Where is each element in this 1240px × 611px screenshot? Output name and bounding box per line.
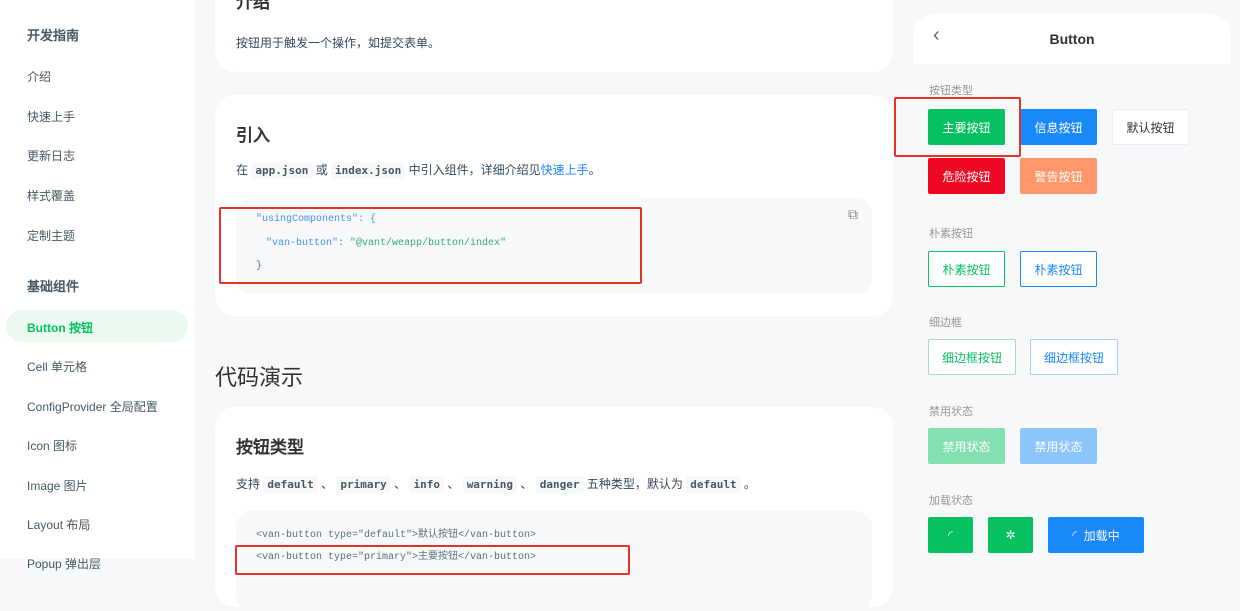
section-label: 禁用状态 bbox=[929, 406, 973, 418]
text: 、 bbox=[321, 477, 334, 491]
intro-text: 按钮用于触发一个操作，如提交表单。 bbox=[236, 36, 441, 50]
text: 。 bbox=[588, 163, 601, 177]
types-card: 按钮类型 支持 default 、 primary 、 info 、 warni… bbox=[215, 407, 893, 611]
types-title: 按钮类型 bbox=[236, 438, 304, 457]
spinner-icon: ◜ bbox=[948, 528, 953, 542]
inline-code: default bbox=[263, 476, 318, 493]
info-button[interactable]: 信息按钮 bbox=[1020, 109, 1097, 145]
section-label: 细边框 bbox=[929, 317, 962, 329]
inline-code: danger bbox=[535, 476, 584, 493]
types-text: 支持 default 、 primary 、 info 、 warning 、 … bbox=[236, 475, 756, 493]
annotation-box bbox=[894, 97, 1021, 157]
hairline-info-button[interactable]: 细边框按钮 bbox=[1030, 339, 1118, 375]
section-label: 加载状态 bbox=[929, 495, 973, 507]
nav-item-image[interactable]: Image 图片 bbox=[27, 477, 88, 494]
disabled-primary-button: 禁用状态 bbox=[928, 428, 1005, 464]
inline-code: primary bbox=[336, 476, 391, 493]
default-button[interactable]: 默认按钮 bbox=[1112, 109, 1189, 145]
nav-item-label: Button 按钮 bbox=[27, 321, 93, 335]
phone-title: Button bbox=[1049, 31, 1095, 47]
intro-title: 介绍 bbox=[236, 0, 270, 12]
phone-nav-bar: ‹ Button bbox=[913, 14, 1231, 64]
plain-primary-button[interactable]: 朴素按钮 bbox=[928, 251, 1005, 287]
nav-item-quickstart[interactable]: 快速上手 bbox=[27, 108, 75, 125]
nav-item-button[interactable]: Button 按钮 bbox=[6, 310, 188, 342]
inline-code: app.json bbox=[251, 162, 313, 179]
warning-button[interactable]: 警告按钮 bbox=[1020, 158, 1097, 194]
nav-item-theme[interactable]: 定制主题 bbox=[27, 227, 75, 244]
intro-card: 介绍 按钮用于触发一个操作，如提交表单。 bbox=[215, 0, 893, 72]
text: 支持 bbox=[236, 477, 261, 491]
annotation-box bbox=[219, 207, 642, 284]
text: 、 bbox=[447, 477, 460, 491]
spinner-icon: ◜ bbox=[1072, 528, 1084, 542]
nav-item-style-override[interactable]: 样式覆盖 bbox=[27, 187, 75, 204]
spinner-icon: ✲ bbox=[1005, 528, 1016, 542]
nav-item-popup[interactable]: Popup 弹出层 bbox=[27, 555, 101, 572]
text: 或 bbox=[315, 163, 328, 177]
inline-code: info bbox=[409, 476, 444, 493]
nav-item-icon[interactable]: Icon 图标 bbox=[27, 437, 77, 454]
code-line: <van-button type="default">默认按钮</van-but… bbox=[256, 530, 537, 541]
copy-icon[interactable]: ⧉ bbox=[848, 208, 858, 224]
section-label: 按钮类型 bbox=[929, 85, 973, 97]
loading-text-button[interactable]: ◜ 加载中 bbox=[1048, 517, 1144, 553]
inline-code: default bbox=[686, 476, 741, 493]
nav-item-layout[interactable]: Layout 布局 bbox=[27, 516, 90, 533]
text: 、 bbox=[520, 477, 533, 491]
nav-item-cell[interactable]: Cell 单元格 bbox=[27, 358, 87, 375]
text: 中引入组件，详细介绍见 bbox=[408, 163, 541, 177]
quickstart-link[interactable]: 快速上手 bbox=[541, 163, 589, 177]
annotation-box bbox=[235, 545, 630, 575]
nav-item-intro[interactable]: 介绍 bbox=[27, 68, 51, 85]
danger-button[interactable]: 危险按钮 bbox=[928, 158, 1005, 194]
sidebar: 开发指南 介绍 快速上手 更新日志 样式覆盖 定制主题 基础组件 Button … bbox=[0, 0, 195, 571]
text: 、 bbox=[394, 477, 407, 491]
import-text: 在 app.json 或 index.json 中引入组件，详细介绍见快速上手。 bbox=[236, 161, 601, 179]
loading-button[interactable]: ✲ bbox=[988, 517, 1033, 553]
text: 。 bbox=[743, 477, 756, 491]
nav-item-changelog[interactable]: 更新日志 bbox=[27, 147, 75, 164]
loading-label: 加载中 bbox=[1083, 528, 1120, 543]
nav-group-guide: 开发指南 bbox=[27, 28, 80, 43]
nav-group-basic: 基础组件 bbox=[27, 279, 80, 294]
text: 在 bbox=[236, 163, 249, 177]
loading-button[interactable]: ◜ bbox=[928, 517, 973, 553]
inline-code: warning bbox=[462, 476, 518, 493]
section-label: 朴素按钮 bbox=[929, 228, 973, 240]
demo-heading: 代码演示 bbox=[215, 365, 304, 390]
inline-code: index.json bbox=[331, 162, 406, 179]
nav-item-configprovider[interactable]: ConfigProvider 全局配置 bbox=[27, 398, 158, 415]
import-title: 引入 bbox=[236, 126, 270, 145]
plain-info-button[interactable]: 朴素按钮 bbox=[1020, 251, 1097, 287]
disabled-info-button: 禁用状态 bbox=[1020, 428, 1097, 464]
hairline-primary-button[interactable]: 细边框按钮 bbox=[928, 339, 1016, 375]
text: 五种类型，默认为 bbox=[586, 477, 683, 491]
